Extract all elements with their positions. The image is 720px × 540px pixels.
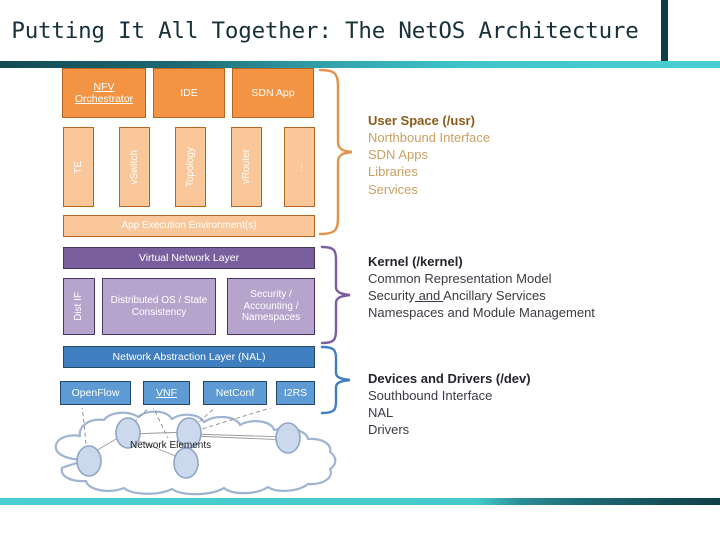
service-box-te[interactable]: TE [63,127,94,207]
protocol-box-vnf-label: VNF [156,386,177,399]
annotation-kernel-line-1: Common Representation Model [368,271,552,287]
title-accent-rule [661,0,668,62]
service-box-vswitch[interactable]: vSwitch [119,127,150,207]
bottom-accent-bar [0,498,720,505]
protocol-box-netconf-label: NetConf [215,386,255,399]
brace-devices-icon [320,345,351,415]
annotation-kernel-line-2-post: Ancillary Services [443,288,546,304]
app-box-nfv-orchestrator[interactable]: NFV Orchestrator [62,68,146,118]
service-box-vrouter-label: vRouter [240,149,252,185]
annotation-kernel-heading: Kernel (/kernel) [368,254,463,269]
annotation-user-space-line-2: SDN Apps [368,147,428,163]
protocol-box-openflow-label: OpenFlow [71,386,120,399]
page-title: Putting It All Together: The NetOS Archi… [11,18,639,44]
service-box-ellipsis-label: … [293,162,305,172]
kernel-module-dist-if[interactable]: Dist IF [63,278,95,335]
kernel-module-security-accounting[interactable]: Security / Accounting / Namespaces [227,278,315,335]
network-node-icon [76,445,102,477]
annotation-user-space-line-3: Libraries [368,164,418,180]
virtual-network-layer-label: Virtual Network Layer [138,251,240,264]
service-box-vswitch-label: vSwitch [128,149,140,185]
slide-canvas: Putting It All Together: The NetOS Archi… [0,0,720,540]
annotation-devices-heading: Devices and Drivers (/dev) [368,371,531,386]
nal-bar[interactable]: Network Abstraction Layer (NAL) [63,346,315,368]
network-node-icon [275,422,301,454]
annotation-devices-line-3: Drivers [368,422,410,438]
network-elements-cloud [40,404,360,498]
protocol-box-i2rs-label: I2RS [283,386,308,399]
app-box-sdn-app-label: SDN App [251,86,295,99]
brace-user-space-icon [318,68,353,236]
protocol-box-netconf[interactable]: NetConf [203,381,267,405]
annotation-user-space-heading: User Space (/usr) [368,113,475,128]
app-execution-environment-bar[interactable]: App Execution Environment(s) [63,215,315,237]
cloud-icon [54,404,337,496]
annotation-devices: Devices and Drivers (/dev) Southbound In… [368,370,531,439]
service-box-ellipsis[interactable]: … [284,127,315,207]
annotation-kernel: Kernel (/kernel) Common Representation M… [368,253,595,322]
app-execution-environment-label: App Execution Environment(s) [121,220,257,232]
app-box-ide-label: IDE [180,86,198,99]
kernel-module-security-accounting-label: Security / Accounting / Namespaces [241,289,301,324]
annotation-devices-line-1: Southbound Interface [368,388,493,404]
kernel-module-distributed-os-label: Distributed OS / State Consistency [110,295,208,318]
service-box-topology-label: Topology [184,146,196,188]
network-node-icon [173,447,199,479]
brace-kernel-icon [320,245,351,345]
protocol-box-vnf[interactable]: VNF [143,381,190,405]
kernel-module-distributed-os[interactable]: Distributed OS / State Consistency [102,278,216,335]
annotation-kernel-line-2-pre: Security [368,288,415,304]
network-elements-label: Network Elements [130,440,212,451]
annotation-devices-line-2: NAL [368,405,394,421]
app-box-ide[interactable]: IDE [153,68,225,118]
kernel-module-dist-if-label: Dist IF [73,292,85,321]
protocol-box-openflow[interactable]: OpenFlow [60,381,131,405]
annotation-user-space: User Space (/usr) Northbound Interface S… [368,112,490,198]
nal-label: Network Abstraction Layer (NAL) [112,350,266,363]
annotation-kernel-line-3: Namespaces and Module Management [368,305,595,321]
service-box-vrouter[interactable]: vRouter [231,127,262,207]
app-box-nfv-orchestrator-label: NFV Orchestrator [74,80,134,105]
app-box-sdn-app[interactable]: SDN App [232,68,314,118]
protocol-box-i2rs[interactable]: I2RS [276,381,315,405]
service-box-topology[interactable]: Topology [175,127,206,207]
annotation-kernel-line-2-underlined: and [414,288,444,304]
annotation-user-space-line-4: Services [368,181,418,197]
annotation-kernel-line-2: Security and Ancillary Services [368,287,595,304]
annotation-user-space-line-1: Northbound Interface [368,130,491,146]
virtual-network-layer-bar[interactable]: Virtual Network Layer [63,247,315,269]
service-box-te-label: TE [72,160,84,174]
